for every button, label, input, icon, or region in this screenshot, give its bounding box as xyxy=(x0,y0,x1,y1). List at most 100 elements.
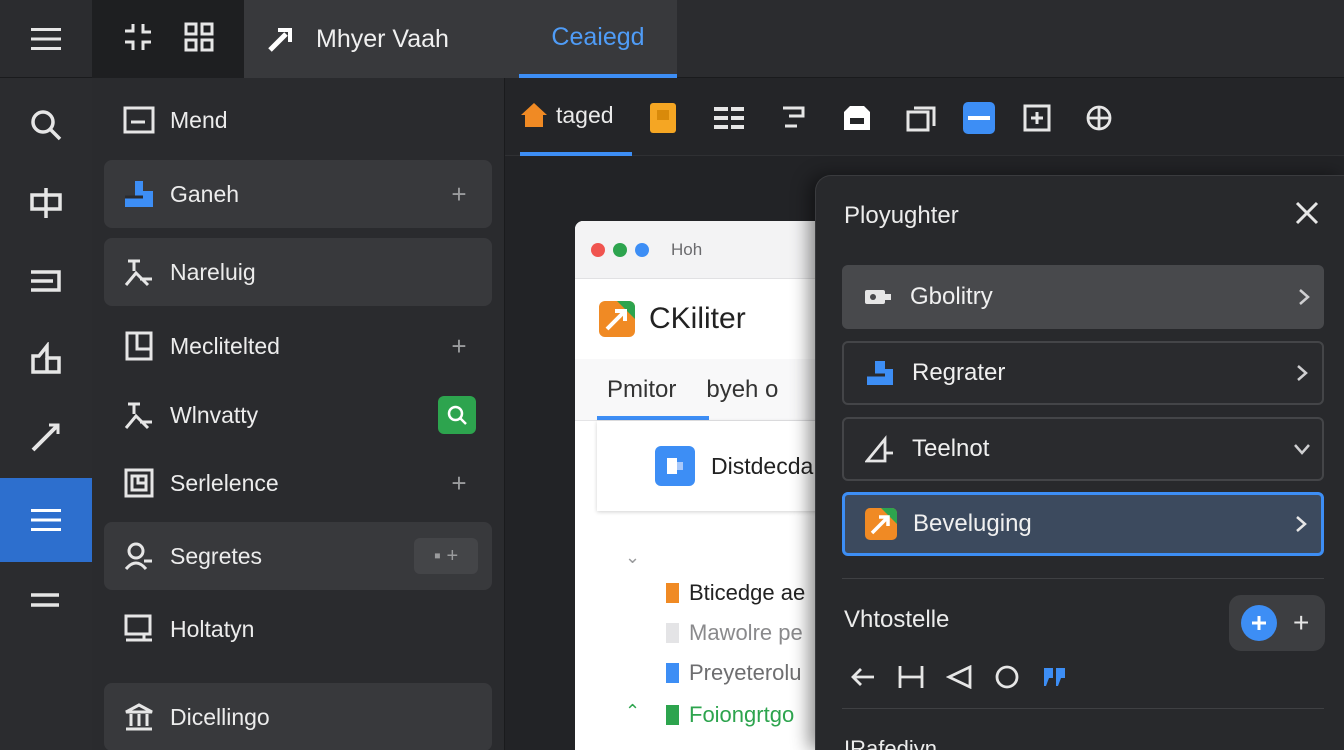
inbox-icon xyxy=(844,106,870,130)
doc-icon xyxy=(124,468,154,498)
row-text: Mawolre pe xyxy=(689,620,803,645)
hamburger-icon xyxy=(31,28,61,50)
pencil-line-icon xyxy=(31,423,60,452)
table-icon xyxy=(714,107,744,129)
hamburger-menu-button[interactable] xyxy=(0,0,92,78)
property-item-label: Regrater xyxy=(912,359,1006,386)
rail-panel-button[interactable] xyxy=(0,562,92,640)
panel-item-ganeh[interactable]: Ganeh + xyxy=(104,160,492,228)
add-circle-button[interactable] xyxy=(1241,605,1277,641)
minimize-icon xyxy=(968,116,990,120)
search-badge-button[interactable] xyxy=(438,396,476,434)
brand-name: CKiliter xyxy=(649,302,746,335)
rail-layout-button[interactable] xyxy=(0,164,92,242)
property-item-label: Beveluging xyxy=(913,510,1032,537)
page-icon xyxy=(125,331,153,361)
collapse-chevron[interactable]: ⌄ xyxy=(625,547,640,568)
toolbar-minimize-button[interactable] xyxy=(963,102,995,134)
search-icon xyxy=(447,405,467,425)
person-icon xyxy=(124,402,152,430)
toolbar-window-button[interactable] xyxy=(905,102,937,134)
section-title: Vhtostelle xyxy=(844,606,950,633)
card-doc-icon xyxy=(655,446,695,486)
brand-logo-icon xyxy=(599,301,635,337)
toolbar-file-button[interactable] xyxy=(647,102,679,134)
rail-draw-button[interactable] xyxy=(0,398,92,476)
row-text: Bticedge ae xyxy=(689,580,806,605)
property-item-label: Teelnot xyxy=(912,435,990,462)
tab-active[interactable]: Ceaiegd xyxy=(519,0,677,78)
circle-tool-button[interactable] xyxy=(992,662,1022,692)
maximize-dot-button[interactable] xyxy=(635,242,649,257)
panel-item-mend[interactable]: Mend xyxy=(104,86,492,154)
toolbar-table-button[interactable] xyxy=(713,102,745,134)
row-text: Preyeterolu xyxy=(689,660,802,685)
property-item-gbolitry[interactable]: Gbolitry xyxy=(842,265,1324,329)
quote-tool-button[interactable] xyxy=(1040,662,1070,692)
add-button[interactable]: + xyxy=(444,331,474,362)
minimize-dot-button[interactable] xyxy=(613,242,627,257)
search-icon xyxy=(31,110,62,141)
toolbar-globe-button[interactable] xyxy=(1083,102,1115,134)
panel-item-segretes[interactable]: Segretes ▪ + xyxy=(104,522,492,590)
list-item[interactable]: Mawolre pe xyxy=(575,615,825,651)
document-window-title: Hoh xyxy=(671,239,703,259)
doc-tab-1[interactable]: byeh o xyxy=(706,376,778,404)
app-title: Mhyer Vaah xyxy=(316,24,449,53)
properties-panel: Ployughter Gbolitry Regrater Teelnot Bev… xyxy=(815,175,1344,750)
list-item[interactable]: Foiongrtgo xyxy=(575,697,825,733)
row-marker xyxy=(666,583,679,603)
panel-item-dicellingo[interactable]: Dicellingo xyxy=(104,683,492,750)
add-item-pill[interactable]: + xyxy=(1229,595,1325,651)
list-item[interactable]: Bticedge ae xyxy=(575,575,825,611)
panel-item-label: Meclitelted xyxy=(170,332,280,359)
section-title-bottom: IRafediyn xyxy=(844,736,937,750)
add-button[interactable]: + xyxy=(444,179,474,210)
panel-item-nareluig[interactable]: Nareluig xyxy=(104,238,492,306)
panel-item-serlelence[interactable]: Serlelence + xyxy=(104,449,492,517)
panel-item-label: Ganeh xyxy=(170,180,240,207)
property-item-beveluging[interactable]: Beveluging xyxy=(842,492,1324,556)
chevron-right-icon xyxy=(1297,365,1308,381)
split-view-button[interactable] xyxy=(122,21,154,58)
tab-active-label: Ceaiegd xyxy=(551,22,645,51)
property-item-label: Gbolitry xyxy=(910,283,993,310)
rail-tray-button[interactable] xyxy=(0,242,92,320)
property-item-teelnot[interactable]: Teelnot xyxy=(842,417,1324,481)
arrow-tool-button[interactable] xyxy=(848,662,878,692)
document-card[interactable]: Distdecda xyxy=(597,421,825,511)
toolbar-inbox-button[interactable] xyxy=(841,102,873,134)
panel-item-wlnvatty[interactable]: Wlnvatty xyxy=(104,381,492,449)
panel-item-meclitelted[interactable]: Meclitelted + xyxy=(104,312,492,380)
add-button[interactable]: + xyxy=(444,468,474,499)
item-actions-pill[interactable]: ▪ + xyxy=(414,538,478,574)
monitor-icon xyxy=(124,614,152,642)
panel-item-label: Mend xyxy=(170,106,228,133)
doc-tab-0[interactable]: Pmitor xyxy=(607,376,676,404)
expand-chevron[interactable]: ⌃ xyxy=(625,701,640,722)
panel-item-label: Holtatyn xyxy=(170,615,255,642)
close-panel-button[interactable] xyxy=(1294,200,1322,228)
rail-list-button[interactable] xyxy=(0,478,92,562)
panel-item-holtatyn[interactable]: Holtatyn xyxy=(104,595,492,663)
rail-building-button[interactable] xyxy=(0,320,92,398)
tab-home[interactable]: taged xyxy=(520,78,632,156)
home-icon xyxy=(521,103,547,127)
globe-icon xyxy=(1086,105,1112,131)
app-title-tab[interactable]: Mhyer Vaah xyxy=(244,0,519,78)
bracket-tool-button[interactable] xyxy=(896,662,926,692)
document-brand: CKiliter xyxy=(575,279,825,359)
grid-view-button[interactable] xyxy=(184,22,214,57)
toolbar-split-button[interactable] xyxy=(1021,102,1053,134)
list-item[interactable]: Preyeterolu xyxy=(575,655,825,691)
property-item-regrater[interactable]: Regrater xyxy=(842,341,1324,405)
triangle-tool-button[interactable] xyxy=(944,662,974,692)
document-tabs: Pmitor byeh o xyxy=(575,359,825,421)
toolbar-align-button[interactable] xyxy=(777,102,809,134)
rail-search-button[interactable] xyxy=(0,86,92,164)
chevron-right-icon xyxy=(1299,289,1310,305)
close-dot-button[interactable] xyxy=(591,242,605,257)
tray-icon xyxy=(31,270,61,292)
tab-home-label: taged xyxy=(556,101,614,128)
view-toggle-group xyxy=(92,0,244,78)
